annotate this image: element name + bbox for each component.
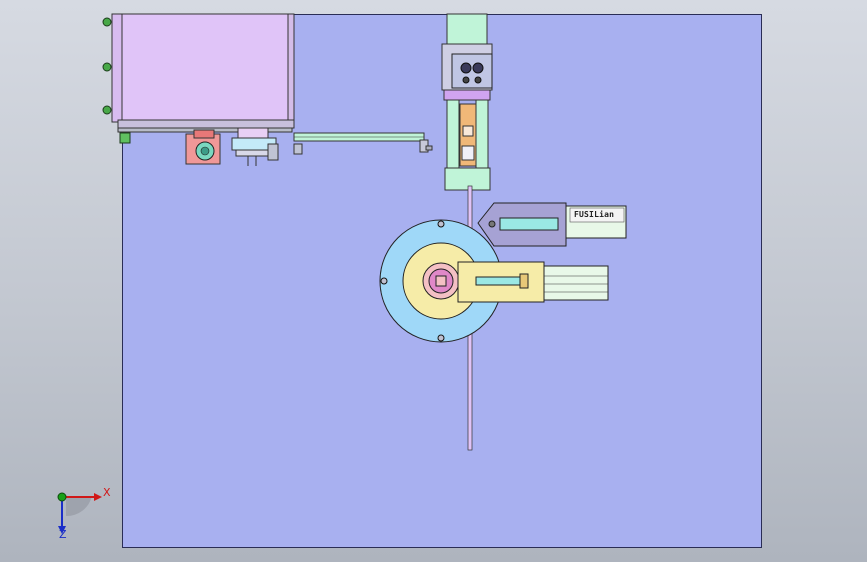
enclosure-side-panel [287, 13, 295, 123]
triad-shadow-arc [66, 496, 92, 517]
slide-valve-block [451, 53, 493, 89]
slide-purple-band [443, 89, 491, 101]
enclosure-bolt-top [102, 17, 112, 27]
enclosure-bolt-bottom [102, 105, 112, 115]
flange-bolt-top [437, 220, 445, 228]
rotary-hub-key [435, 275, 447, 287]
gripper-plate [235, 149, 273, 157]
triad-x-axis-arrow [94, 493, 102, 501]
cad-viewport[interactable]: FUSILian X Z [0, 0, 867, 562]
enclosure-bolt-middle [102, 62, 112, 72]
enclosure-body [111, 13, 291, 123]
sensor-disc-core [200, 146, 210, 156]
slide-top-block [446, 13, 488, 45]
valve-port-4 [474, 76, 482, 84]
valve-port-1 [460, 62, 472, 74]
gripper-top-block [237, 127, 269, 139]
horizontal-guide-rail[interactable] [293, 132, 433, 153]
electrical-enclosure[interactable] [102, 13, 295, 144]
cylinder-upper-rod [499, 217, 559, 231]
slide-bottom-block [444, 167, 491, 191]
pneumatic-cylinder-lower[interactable] [543, 265, 609, 301]
sensor-bracket[interactable] [185, 129, 221, 165]
flange-bolt-left [380, 277, 388, 285]
enclosure-lip [111, 13, 123, 123]
rail-end-knob [425, 145, 433, 151]
gripper-module[interactable] [231, 127, 303, 166]
slide-rail-right [475, 99, 489, 171]
slide-rail-left [446, 99, 460, 171]
valve-port-3 [462, 76, 470, 84]
gripper-small-clamp [293, 143, 303, 155]
slide-carriage-clamp [461, 145, 475, 161]
enclosure-base-strip [117, 119, 295, 129]
enclosure-green-clip [119, 132, 131, 144]
triad-origin [57, 492, 67, 502]
cam-arm-nut [519, 273, 529, 289]
valve-port-2 [472, 62, 484, 74]
triad-z-label: Z [59, 528, 67, 541]
cam-arm-rod [475, 276, 525, 286]
flange-bolt-bottom [437, 334, 445, 342]
assembly-drawing[interactable] [0, 0, 867, 562]
slide-carriage-slot [462, 125, 474, 137]
vertical-slide-module[interactable] [441, 13, 493, 191]
gripper-side-clamp [267, 143, 279, 161]
cylinder-brand-label: FUSILian [574, 210, 615, 219]
sensor-bracket-top [193, 129, 215, 139]
cylinder-upper-port [488, 220, 496, 228]
triad-x-label: X [103, 486, 111, 499]
cylinder-lower-body [543, 265, 609, 301]
